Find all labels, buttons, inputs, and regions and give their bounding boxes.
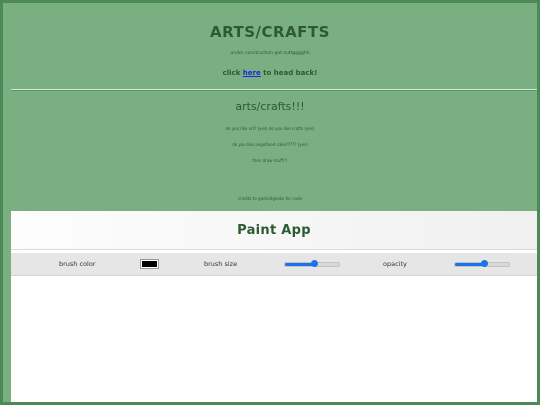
drawing-canvas[interactable] bbox=[11, 276, 537, 402]
brush-color-label: brush color bbox=[59, 260, 96, 268]
back-prefix: click bbox=[222, 69, 243, 77]
back-suffix: to head back! bbox=[260, 69, 318, 77]
paint-toolbar: brush color brush size opacity bbox=[11, 253, 537, 276]
opacity-label: opacity bbox=[383, 260, 407, 268]
section-title: arts/crafts!!! bbox=[235, 100, 305, 113]
brush-size-slider-wrap bbox=[284, 253, 340, 275]
brush-size-slider[interactable] bbox=[284, 259, 340, 267]
intro-line-3: then draw stuff!!! bbox=[252, 158, 288, 163]
brush-size-knob[interactable] bbox=[311, 259, 319, 267]
construction-notice: under construction get outtgggghh bbox=[230, 51, 310, 56]
intro-line-2: do you like angelfood cake????? (yes) bbox=[232, 142, 308, 147]
divider bbox=[11, 89, 537, 91]
credits-text: credits to geeks4geeks for code bbox=[237, 196, 303, 201]
paint-app: Paint App brush color brush size opacity bbox=[11, 211, 537, 402]
intro-line-1: do you like art? (yes) do you like craft… bbox=[225, 126, 315, 131]
paint-app-title: Paint App bbox=[237, 222, 311, 238]
back-line: click here to head back! bbox=[3, 69, 537, 77]
page-title: ARTS/CRAFTS bbox=[210, 23, 330, 41]
opacity-slider[interactable] bbox=[454, 259, 510, 267]
brush-color-picker[interactable] bbox=[140, 253, 159, 275]
opacity-slider-wrap bbox=[454, 253, 510, 275]
brush-size-label: brush size bbox=[204, 260, 238, 268]
paint-app-header: Paint App bbox=[11, 211, 537, 250]
opacity-knob[interactable] bbox=[481, 259, 489, 267]
back-link[interactable]: here bbox=[243, 69, 261, 77]
color-swatch[interactable] bbox=[140, 259, 159, 269]
